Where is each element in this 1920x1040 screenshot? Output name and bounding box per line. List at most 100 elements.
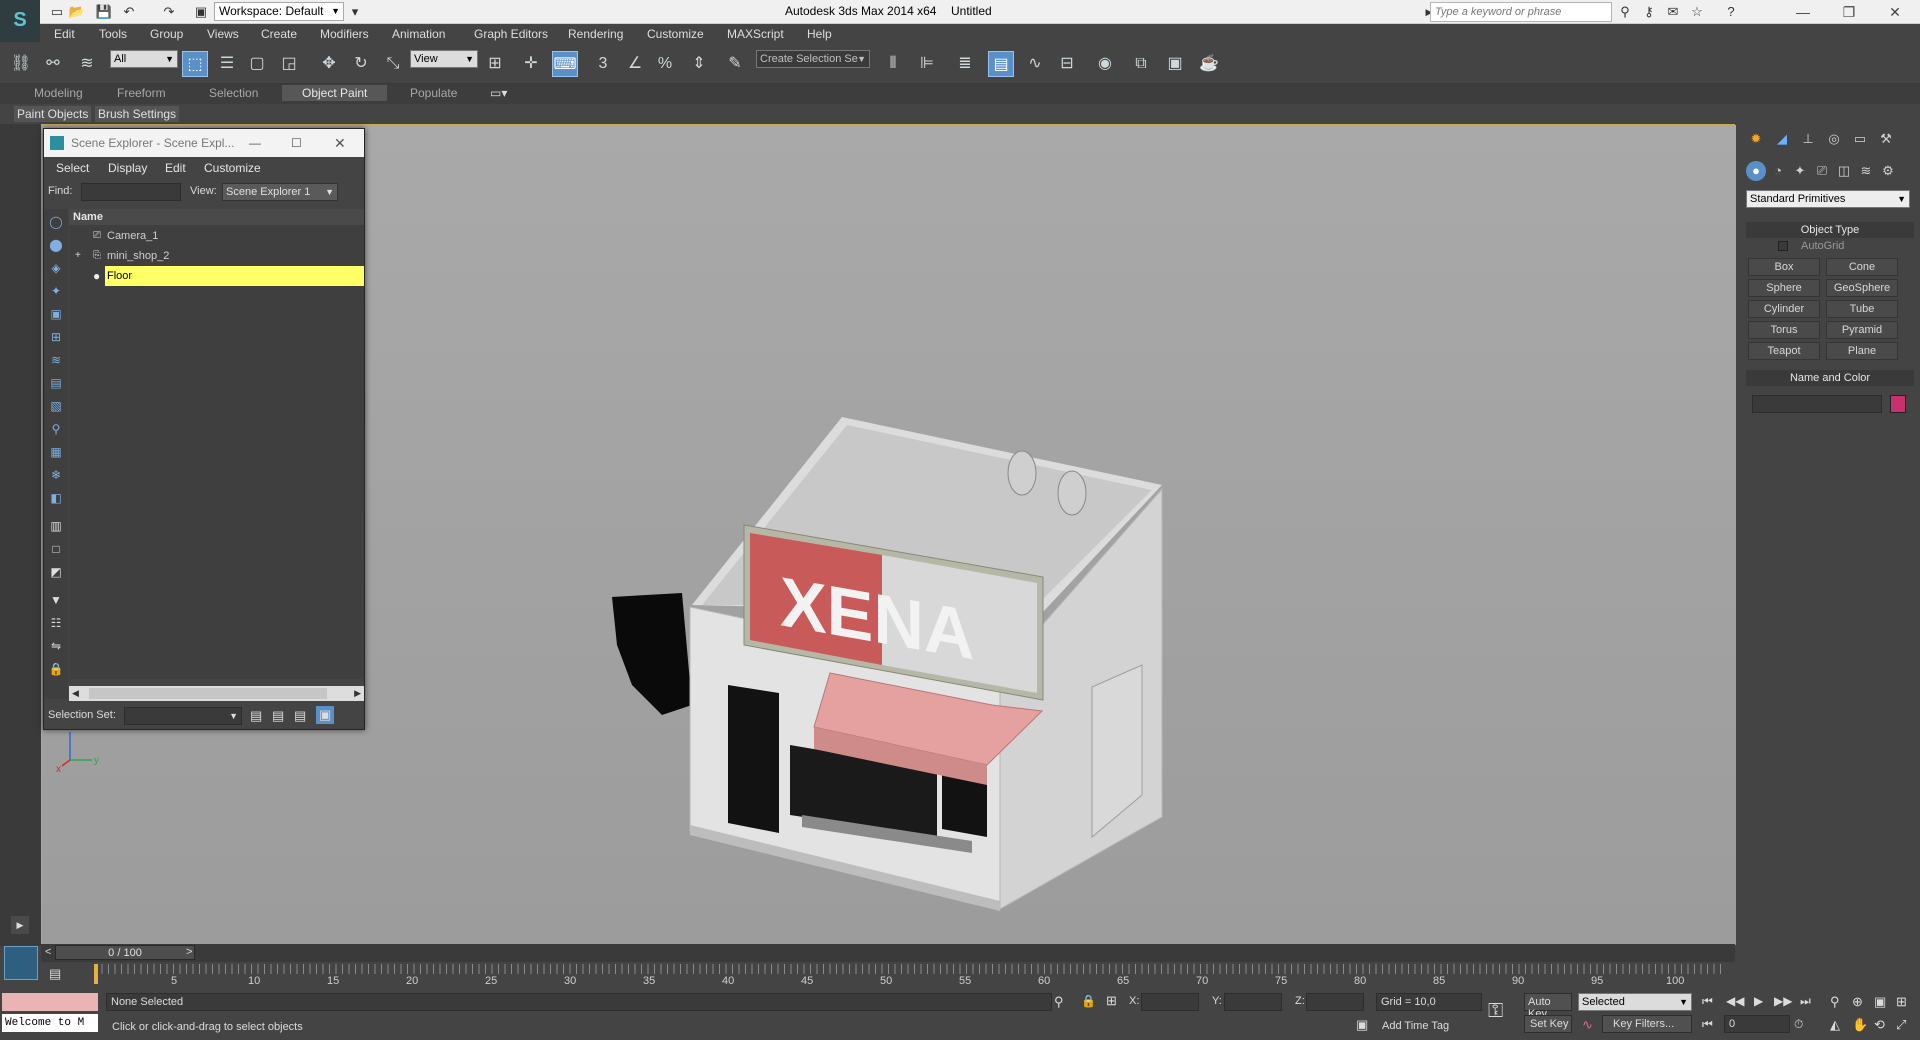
new-file-icon[interactable]: ▭ [48, 3, 66, 21]
zoom-extents-all-icon[interactable]: ⊞ [1896, 994, 1907, 1010]
select-and-scale-icon[interactable]: ⤡ [380, 51, 406, 77]
time-configuration-icon[interactable]: ⏱ [1794, 1017, 1803, 1032]
helpers-category-icon[interactable]: ◫ [1834, 161, 1854, 181]
select-and-rotate-icon[interactable]: ↻ [348, 51, 374, 77]
filter-icon[interactable]: ▼ [46, 591, 66, 609]
rectangular-selection-icon[interactable]: ▢ [244, 51, 270, 77]
snaps-toggle-icon[interactable]: 3 [590, 51, 616, 77]
render-production-icon[interactable]: ☕ [1196, 51, 1222, 77]
track-view-icon[interactable]: ▤ [49, 966, 61, 982]
select-by-name-icon[interactable]: ☰ [214, 51, 240, 77]
render-setup-icon[interactable]: ⧉ [1128, 51, 1154, 77]
pan-view-icon[interactable]: ✋ [1852, 1017, 1868, 1033]
ribbon-tab-populate[interactable]: Populate [410, 86, 457, 100]
scroll-left-icon[interactable]: ◀ [72, 686, 79, 701]
menu-edit[interactable]: Edit [54, 27, 75, 41]
display-cameras-icon[interactable]: ▣ [46, 305, 66, 323]
play-icon[interactable]: ▶ [1754, 994, 1763, 1008]
time-slider[interactable]: < 0 / 100 > [41, 944, 1735, 962]
pivot-center-icon[interactable]: ⊞ [482, 51, 508, 77]
ribbon-options-icon[interactable]: ▭▾ [490, 86, 507, 100]
view-dropdown[interactable]: Scene Explorer 1 ▼ [222, 183, 338, 201]
key-filters-button[interactable]: Key Filters... [1602, 1015, 1692, 1033]
shapes-category-icon[interactable]: ◔ [1768, 161, 1788, 181]
workspace-dropdown[interactable]: Workspace: Default ▼ [214, 2, 344, 21]
go-to-start-icon[interactable]: ⏮ [1702, 994, 1713, 1009]
se-menu-edit[interactable]: Edit [165, 161, 186, 175]
edit-named-selection-icon[interactable]: ✎ [722, 51, 748, 77]
object-type-rollout-header[interactable]: Object Type [1746, 222, 1914, 238]
select-object-icon[interactable]: ⬚ [182, 51, 208, 77]
cameras-category-icon[interactable]: ⎚ [1812, 161, 1832, 181]
orbit-icon[interactable]: ⟲ [1874, 1017, 1885, 1033]
unlink-selection-icon[interactable]: ⚯ [40, 51, 66, 77]
spinner-snap-icon[interactable]: ⇕ [686, 51, 712, 77]
teapot-button[interactable]: Teapot [1748, 342, 1820, 360]
select-and-link-icon[interactable]: ⛓ [8, 51, 34, 77]
percent-snap-icon[interactable]: % [652, 51, 678, 77]
display-groups-icon[interactable]: ▤ [46, 374, 66, 392]
layer-manager-icon[interactable]: ≣ [952, 51, 978, 77]
display-geometry-icon[interactable]: ⬤ [46, 236, 66, 254]
mini-curve-editor-icon[interactable] [4, 946, 38, 980]
pyramid-button[interactable]: Pyramid [1826, 321, 1898, 339]
track-bar[interactable]: ▤ 5 10 15 20 25 30 35 40 45 50 55 60 65 … [41, 962, 1735, 990]
utilities-tab-icon[interactable]: ⚒ [1876, 129, 1896, 149]
ribbon-tab-selection[interactable]: Selection [209, 86, 258, 100]
menu-create[interactable]: Create [261, 27, 297, 41]
tube-button[interactable]: Tube [1826, 300, 1898, 318]
name-color-rollout-header[interactable]: Name and Color [1746, 370, 1914, 386]
zoom-icon[interactable]: ⚲ [1830, 994, 1840, 1010]
geometry-category-icon[interactable]: ● [1746, 161, 1766, 181]
align-icon[interactable]: ⊫ [914, 51, 940, 77]
next-frame-playback-icon[interactable]: ▶▶ [1774, 994, 1792, 1008]
display-shapes-icon[interactable]: ◈ [46, 259, 66, 277]
maxscript-listener-pink[interactable] [2, 993, 98, 1011]
ribbon-tab-freeform[interactable]: Freeform [117, 86, 166, 100]
sphere-button[interactable]: Sphere [1748, 279, 1820, 297]
angle-snap-icon[interactable]: ∠ [622, 51, 648, 77]
close-window-icon[interactable]: ✕ [1880, 2, 1910, 22]
bind-space-warp-icon[interactable]: ≋ [74, 51, 100, 77]
space-warps-category-icon[interactable]: ≋ [1856, 161, 1876, 181]
selection-set-dropdown[interactable]: ▼ [124, 707, 242, 725]
select-none-icon[interactable]: □ [46, 540, 66, 558]
mirror-icon[interactable]: ⫴ [880, 51, 906, 77]
select-and-manipulate-icon[interactable]: ✛ [518, 51, 544, 77]
menu-tools[interactable]: Tools [99, 27, 127, 41]
default-in-out-tangent-icon[interactable]: ∿ [1582, 1017, 1593, 1033]
create-tab-icon[interactable]: ✹ [1746, 129, 1766, 149]
brush-settings-panel[interactable]: Brush Settings [95, 106, 180, 122]
material-editor-icon[interactable]: ◉ [1092, 51, 1118, 77]
systems-category-icon[interactable]: ⚙ [1878, 161, 1898, 181]
reference-coordinate-dropdown[interactable]: View ▼ [410, 50, 478, 68]
display-xrefs-icon[interactable]: ▧ [46, 397, 66, 415]
menu-views[interactable]: Views [207, 27, 239, 41]
z-coordinate-field[interactable] [1306, 993, 1364, 1011]
communication-center-icon[interactable]: ✉ [1664, 3, 1682, 21]
display-containers-icon[interactable]: ▦ [46, 443, 66, 461]
window-crossing-icon[interactable]: ◲ [276, 51, 302, 77]
new-selection-set-icon[interactable]: ▤ [250, 708, 262, 724]
named-selection-set-dropdown[interactable]: Create Selection Se ▼ [756, 50, 870, 68]
menu-modifiers[interactable]: Modifiers [320, 27, 369, 41]
add-to-set-icon[interactable]: ▤ [272, 708, 284, 724]
set-key-button[interactable]: Set Key [1524, 1015, 1572, 1033]
ribbon-tab-object-paint[interactable]: Object Paint [282, 85, 388, 101]
auto-key-button[interactable]: Auto Key [1524, 993, 1572, 1020]
restore-window-icon[interactable]: ❐ [1834, 2, 1864, 22]
prev-frame-icon[interactable]: < [45, 946, 51, 958]
select-set-icon[interactable]: ▣ [316, 706, 335, 724]
select-invert-icon[interactable]: ◩ [46, 563, 66, 581]
x-coordinate-field[interactable] [1141, 993, 1199, 1011]
zoom-extents-icon[interactable]: ▣ [1874, 994, 1886, 1010]
menu-rendering[interactable]: Rendering [568, 27, 623, 41]
time-slider-thumb[interactable]: 0 / 100 [55, 945, 195, 960]
keyboard-shortcut-override-icon[interactable]: ⌨ [552, 51, 578, 77]
current-frame-marker[interactable] [94, 964, 98, 984]
field-of-view-icon[interactable]: ◭ [1830, 1017, 1840, 1033]
scroll-right-icon[interactable]: ▶ [354, 686, 361, 701]
hierarchy-tab-icon[interactable]: ⊥ [1798, 129, 1818, 149]
object-category-dropdown[interactable]: Standard Primitives ▼ [1746, 190, 1910, 208]
display-none-icon[interactable]: ◯ [46, 213, 66, 231]
